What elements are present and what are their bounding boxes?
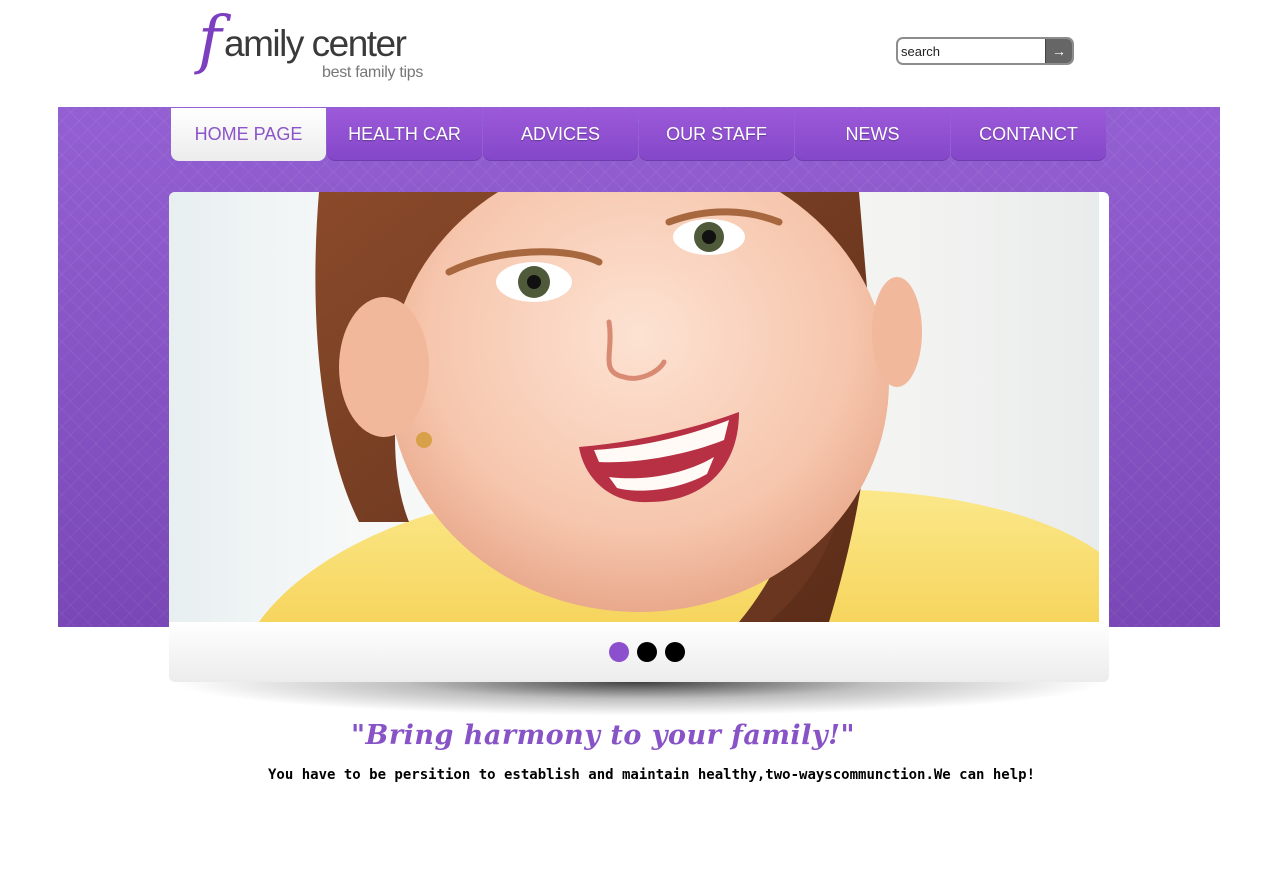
slider-dot-1[interactable] bbox=[609, 642, 629, 662]
tagline-text: You have to be persition to establish an… bbox=[268, 767, 1036, 783]
slider-shadow bbox=[169, 682, 1109, 716]
search-submit-button[interactable]: → bbox=[1045, 39, 1072, 63]
nav-item-contanct[interactable]: CONTANCT bbox=[951, 108, 1106, 161]
arrow-right-icon: → bbox=[1052, 43, 1066, 59]
slogan-heading: "Bring harmony to your family!" bbox=[350, 720, 856, 751]
logo-letter: f bbox=[198, 3, 222, 77]
slide-image-smiling-girl[interactable] bbox=[169, 192, 1099, 622]
search-input[interactable] bbox=[899, 40, 1047, 62]
nav-item-advices[interactable]: ADVICES bbox=[483, 108, 638, 161]
nav-item-health-car[interactable]: HEALTH CAR bbox=[327, 108, 482, 161]
slider-dot-2[interactable] bbox=[637, 642, 657, 662]
logo-tagline: best family tips bbox=[322, 64, 424, 81]
search-box: → bbox=[896, 37, 1074, 65]
slider-pagination bbox=[169, 622, 1109, 682]
slider-dot-3[interactable] bbox=[665, 642, 685, 662]
nav-item-news[interactable]: NEWS bbox=[795, 108, 950, 161]
image-slider bbox=[169, 192, 1109, 682]
smiling-girl-photo bbox=[259, 192, 1099, 622]
logo[interactable]: f amily center best family tips bbox=[198, 8, 438, 86]
main-nav: HOME PAGE HEALTH CAR ADVICES OUR STAFF N… bbox=[171, 108, 1107, 162]
logo-text: amily center bbox=[224, 23, 407, 64]
nav-item-home-page[interactable]: HOME PAGE bbox=[171, 108, 326, 161]
nav-item-our-staff[interactable]: OUR STAFF bbox=[639, 108, 794, 161]
